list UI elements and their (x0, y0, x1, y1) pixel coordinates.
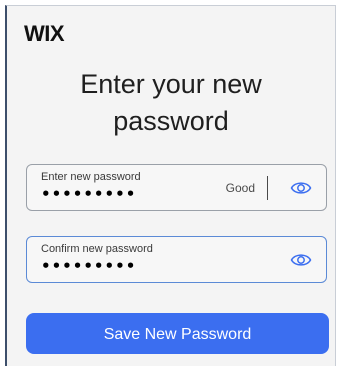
page-title-line-2: password (113, 106, 229, 136)
confirm-password-field[interactable]: Confirm new password ••••••••• (26, 236, 327, 283)
wix-logo: WIX (24, 21, 65, 46)
password-reset-panel: WIX Enter your new password Enter new pa… (5, 5, 336, 366)
save-new-password-button[interactable]: Save New Password (26, 313, 329, 354)
eye-icon[interactable] (290, 251, 312, 269)
confirm-password-label: Confirm new password (41, 243, 153, 255)
new-password-value[interactable]: ••••••••• (41, 185, 136, 203)
new-password-label: Enter new password (41, 171, 141, 183)
new-password-field[interactable]: Enter new password ••••••••• Good (26, 164, 327, 211)
confirm-password-value[interactable]: ••••••••• (41, 257, 136, 275)
eye-icon[interactable] (290, 179, 312, 197)
field-divider (267, 176, 268, 200)
password-strength-indicator: Good (225, 181, 255, 195)
page-title: Enter your new password (7, 66, 335, 140)
page-title-line-1: Enter your new (80, 69, 262, 99)
